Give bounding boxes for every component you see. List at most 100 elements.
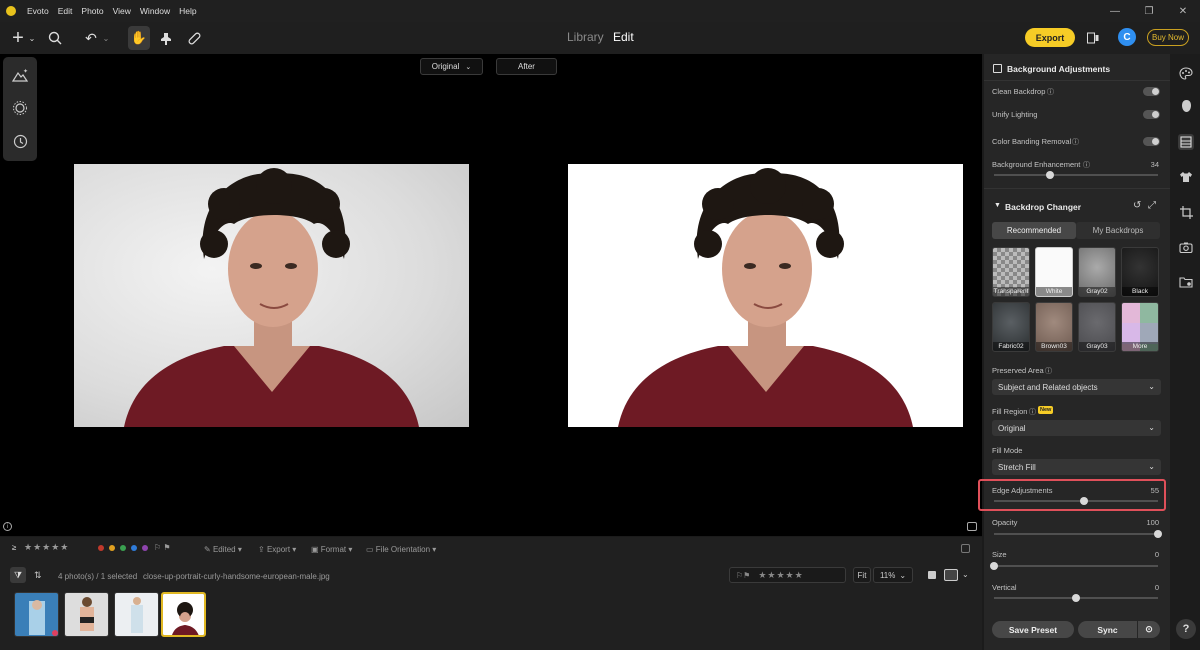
compare-view-icon[interactable] xyxy=(1084,22,1102,54)
search-icon[interactable] xyxy=(45,22,65,54)
bandage-tool-icon[interactable] xyxy=(185,22,203,54)
clothing-icon[interactable] xyxy=(1178,169,1194,185)
export-button[interactable]: Export xyxy=(1025,28,1075,47)
flag-icon[interactable]: ⚐⚑ xyxy=(736,571,750,580)
menu-window[interactable]: Window xyxy=(140,6,170,16)
info-icon[interactable]: i xyxy=(3,522,12,531)
tab-my-backdrops[interactable]: My Backdrops xyxy=(1076,222,1160,239)
undo-dropdown-chevron-icon[interactable]: ⌄ xyxy=(101,22,111,54)
menu-help[interactable]: Help xyxy=(179,6,196,16)
color-label-green[interactable] xyxy=(120,545,126,551)
info-icon[interactable]: ⓘ xyxy=(1047,87,1054,97)
add-dropdown-chevron-icon[interactable]: ⌄ xyxy=(27,22,37,54)
export-filter[interactable]: ⇪ Export ▾ xyxy=(258,545,296,554)
after-view-button[interactable]: After xyxy=(496,58,557,75)
hand-tool-icon[interactable]: ✋ xyxy=(128,26,150,50)
slider-knob[interactable] xyxy=(990,562,998,570)
save-preset-button[interactable]: Save Preset xyxy=(992,621,1074,638)
edited-filter[interactable]: ✎ Edited ▾ xyxy=(204,545,242,554)
sync-settings-icon[interactable]: ⊙ xyxy=(1138,621,1160,638)
single-view-icon[interactable] xyxy=(928,571,936,579)
avatar[interactable]: C xyxy=(1118,28,1136,46)
background-icon[interactable] xyxy=(1178,134,1194,150)
edge-adjustments-slider[interactable] xyxy=(994,497,1158,505)
menu-photo[interactable]: Photo xyxy=(81,6,103,16)
thumbnail-2[interactable] xyxy=(64,592,109,637)
backdrop-fabric02[interactable]: Fabric02 xyxy=(992,302,1030,352)
folder-settings-icon[interactable] xyxy=(1178,274,1194,290)
color-label-purple[interactable] xyxy=(142,545,148,551)
undo-icon[interactable]: ↶ xyxy=(82,22,100,54)
menu-view[interactable]: View xyxy=(113,6,131,16)
fill-region-dropdown[interactable]: Original ⌄ xyxy=(992,420,1161,436)
camera-icon[interactable] xyxy=(1178,239,1194,255)
backdrop-black[interactable]: Black xyxy=(1121,247,1159,297)
preserved-area-dropdown[interactable]: Subject and Related objects ⌄ xyxy=(992,379,1161,395)
stamp-tool-icon[interactable] xyxy=(157,22,175,54)
flag-icon[interactable]: ⚐ ⚑ xyxy=(154,543,171,552)
view-dropdown-chevron-icon[interactable]: ⌄ xyxy=(962,570,969,579)
rating-flag-bar[interactable]: ⚐⚑ ★★★★★ xyxy=(729,567,846,583)
collapse-triangle-icon[interactable]: ▼ xyxy=(994,202,1001,209)
fill-mode-dropdown[interactable]: Stretch Fill ⌄ xyxy=(992,459,1161,475)
info-icon[interactable]: ⓘ xyxy=(1029,407,1036,417)
backdrop-transparent[interactable]: Transparent xyxy=(992,247,1030,297)
thumbnail-1[interactable] xyxy=(14,592,59,637)
slider-knob[interactable] xyxy=(1072,594,1080,602)
original-view-dropdown[interactable]: Original ⌄ xyxy=(420,58,483,75)
rating-filter-icon[interactable]: ≥ xyxy=(12,543,16,552)
clean-backdrop-toggle[interactable] xyxy=(1143,87,1160,96)
help-icon[interactable]: ? xyxy=(1176,619,1196,639)
crop-icon[interactable] xyxy=(1178,204,1194,220)
star-rating-filter[interactable]: ★★★★★ xyxy=(24,542,69,553)
star-rating[interactable]: ★★★★★ xyxy=(758,570,803,581)
backdrop-white[interactable]: White xyxy=(1035,247,1073,297)
close-icon[interactable]: ✕ xyxy=(1166,0,1200,22)
orientation-filter[interactable]: ▭ File Orientation ▾ xyxy=(366,545,436,554)
tab-recommended[interactable]: Recommended xyxy=(992,222,1076,239)
menu-evoto[interactable]: Evoto xyxy=(27,6,49,16)
collapse-filmstrip-icon[interactable] xyxy=(961,544,970,553)
opacity-slider[interactable] xyxy=(994,530,1162,538)
sync-button[interactable]: Sync xyxy=(1078,621,1137,638)
format-filter[interactable]: ▣ Format ▾ xyxy=(311,545,352,554)
buy-now-button[interactable]: Buy Now xyxy=(1147,29,1189,46)
maximize-icon[interactable]: ❐ xyxy=(1132,0,1166,22)
menu-edit[interactable]: Edit xyxy=(58,6,73,16)
ai-adjust-icon[interactable]: ✦ xyxy=(10,65,30,85)
sort-icon[interactable]: ⇅ xyxy=(34,570,42,581)
color-label-yellow[interactable] xyxy=(109,545,115,551)
color-banding-toggle[interactable] xyxy=(1143,137,1160,146)
slider-knob[interactable] xyxy=(1154,530,1162,538)
background-enhancement-slider[interactable] xyxy=(994,171,1158,179)
info-icon[interactable]: ⓘ xyxy=(1045,366,1052,376)
fit-button[interactable]: Fit xyxy=(853,567,871,583)
grid-view-icon[interactable] xyxy=(944,569,958,581)
add-icon[interactable]: + xyxy=(8,22,28,54)
info-icon[interactable]: ⓘ xyxy=(1083,160,1090,170)
split-view-icon[interactable] xyxy=(967,522,977,531)
filter-icon[interactable]: ⧩ xyxy=(10,567,26,583)
light-settings-icon[interactable] xyxy=(10,98,30,118)
face-icon[interactable] xyxy=(1178,98,1194,114)
backdrop-more[interactable]: More xyxy=(1121,302,1159,352)
unify-lighting-toggle[interactable] xyxy=(1143,110,1160,119)
color-label-blue[interactable] xyxy=(131,545,137,551)
minimize-icon[interactable]: — xyxy=(1098,0,1132,22)
thumbnail-3[interactable] xyxy=(114,592,159,637)
thumbnail-4-selected[interactable] xyxy=(161,592,206,637)
size-slider[interactable] xyxy=(990,562,1158,570)
history-icon[interactable] xyxy=(10,131,30,151)
backdrop-gray02[interactable]: Gray02 xyxy=(1078,247,1116,297)
palette-icon[interactable] xyxy=(1178,65,1194,81)
tab-library[interactable]: Library xyxy=(567,30,604,44)
backdrop-brown03[interactable]: Brown03 xyxy=(1035,302,1073,352)
backdrop-gray03[interactable]: Gray03 xyxy=(1078,302,1116,352)
color-label-red[interactable] xyxy=(98,545,104,551)
vertical-slider[interactable] xyxy=(994,594,1158,602)
reset-icon[interactable]: ↺ xyxy=(1133,200,1141,211)
info-icon[interactable]: ⓘ xyxy=(1072,137,1079,147)
tab-edit[interactable]: Edit xyxy=(613,30,634,44)
zoom-dropdown[interactable]: 11% ⌄ xyxy=(873,567,913,583)
slider-knob[interactable] xyxy=(1045,171,1054,179)
